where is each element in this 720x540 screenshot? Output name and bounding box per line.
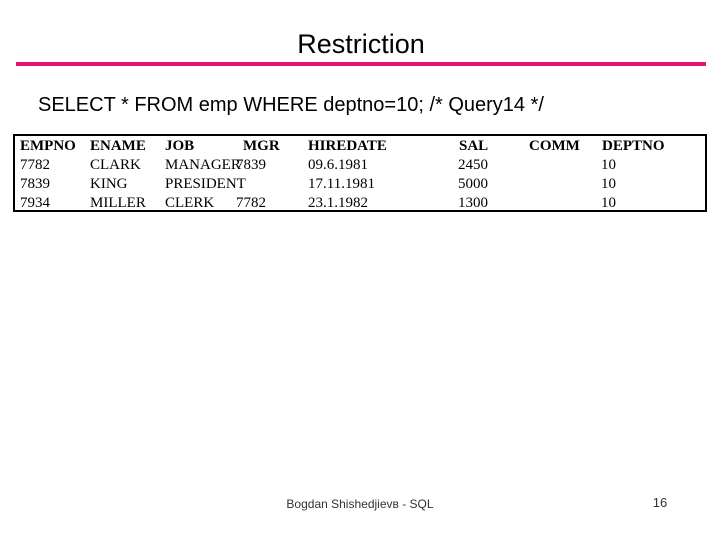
- column-header-hiredate: HIREDATE: [308, 138, 387, 154]
- cell-hiredate: 09.6.1981: [308, 157, 368, 173]
- cell-deptno: 10: [601, 195, 616, 211]
- cell-empno: 7782: [20, 157, 50, 173]
- cell-hiredate: 17.11.1981: [308, 176, 375, 192]
- title-divider: [16, 62, 706, 66]
- cell-empno: 7934: [20, 195, 50, 211]
- column-header-sal: SAL: [459, 138, 489, 154]
- cell-empno: 7839: [20, 176, 50, 192]
- column-header-job: JOB: [165, 138, 195, 154]
- footer-page-number: 16: [652, 495, 668, 510]
- sql-query-text: SELECT * FROM emp WHERE deptno=10; /* Qu…: [38, 94, 544, 116]
- cell-job: PRESIDENT: [165, 176, 246, 192]
- cell-sal: 5000: [458, 176, 488, 192]
- slide-canvas: Restriction SELECT * FROM emp WHERE dept…: [0, 0, 720, 540]
- cell-deptno: 10: [601, 157, 616, 173]
- page-title: Restriction: [297, 29, 425, 59]
- column-header-empno: EMPNO: [20, 138, 76, 154]
- cell-ename: CLARK: [90, 157, 141, 173]
- cell-job: CLERK: [165, 195, 215, 211]
- cell-ename: MILLER: [90, 195, 146, 211]
- column-header-mgr: MGR: [243, 138, 280, 154]
- cell-deptno: 10: [601, 176, 616, 192]
- query-result-table: EMPNO ENAME JOB MGR HIREDATE SAL COMM DE…: [13, 134, 707, 212]
- column-header-comm: COMM: [529, 138, 580, 154]
- cell-sal: 2450: [458, 157, 488, 173]
- footer-author: Bogdan Shishedjievв - SQL: [286, 497, 434, 511]
- cell-hiredate: 23.1.1982: [308, 195, 368, 211]
- cell-job: MANAGER: [165, 157, 241, 173]
- column-header-deptno: DEPTNO: [602, 138, 665, 154]
- cell-sal: 1300: [458, 195, 488, 211]
- cell-mgr: 7782: [236, 195, 266, 211]
- cell-mgr: 7839: [236, 157, 266, 173]
- cell-ename: KING: [90, 176, 128, 192]
- column-header-ename: ENAME: [90, 138, 146, 154]
